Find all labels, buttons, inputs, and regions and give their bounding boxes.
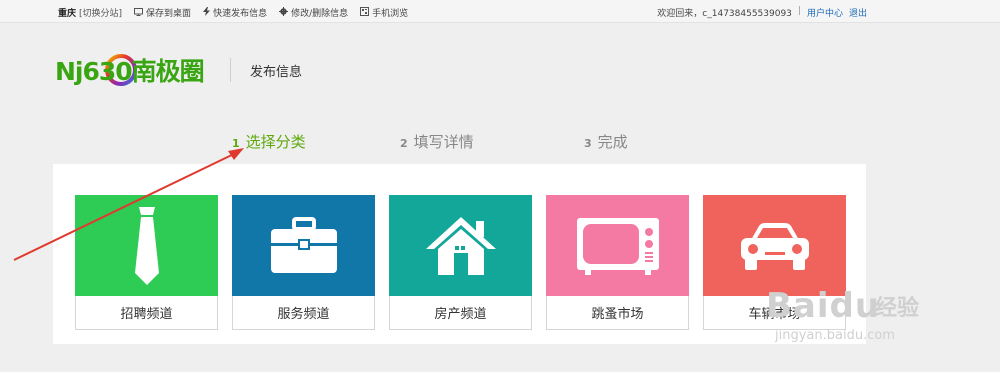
edit-delete-link[interactable]: 修改/删除信息	[279, 6, 348, 19]
step-fill-details: 2 填写详情	[400, 131, 474, 152]
header-divider	[230, 58, 231, 82]
step-label: 填写详情	[413, 133, 474, 151]
edit-delete-label: 修改/删除信息	[291, 9, 349, 19]
welcome-text: 欢迎回来，c_14738455539093	[657, 9, 792, 19]
step-label: 完成	[597, 133, 628, 151]
step-number: 1	[232, 137, 240, 150]
top-bar-left: 重庆 [切换分站] 保存到桌面 快速发布信息 修改/删除信息 手机浏览	[58, 6, 408, 19]
step-number: 2	[400, 137, 408, 150]
logout-link[interactable]: 退出	[849, 6, 867, 19]
category-real-estate[interactable]: 房产频道	[389, 195, 532, 330]
category-label: 服务频道	[232, 296, 375, 330]
briefcase-icon	[270, 216, 337, 273]
step-select-category: 1 选择分类	[232, 131, 306, 152]
quick-post-label: 快速发布信息	[213, 9, 268, 19]
step-complete: 3 完成	[584, 131, 628, 152]
car-icon	[740, 222, 809, 270]
step-number: 3	[584, 137, 592, 150]
category-tile	[703, 195, 846, 296]
page-title: 发布信息	[250, 65, 303, 80]
tv-icon	[576, 217, 659, 275]
category-flea-market[interactable]: 跳蚤市场	[546, 195, 689, 330]
gear-icon	[279, 7, 289, 18]
watermark-url: jingyan.baidu.com	[775, 328, 895, 343]
current-city: 重庆	[58, 9, 77, 19]
divider: |	[797, 6, 801, 16]
category-panel: 招聘频道 服务频道 房产频道 跳蚤市场 车辆市场	[53, 164, 866, 344]
logo-text: Nj630南极圈	[55, 57, 204, 86]
category-tile	[546, 195, 689, 296]
watermark-brand: Baidu	[766, 286, 881, 326]
top-bar: 重庆 [切换分站] 保存到桌面 快速发布信息 修改/删除信息 手机浏览 欢迎回来…	[0, 0, 1000, 23]
save-to-desktop-label: 保存到桌面	[146, 9, 192, 19]
watermark-cn: 经验	[875, 296, 920, 321]
category-jobs[interactable]: 招聘频道	[75, 195, 218, 330]
category-label: 招聘频道	[75, 296, 218, 330]
logo-graphic: Nj630南极圈	[55, 54, 205, 86]
monitor-icon	[134, 7, 144, 18]
user-center-link[interactable]: 用户中心	[807, 6, 843, 19]
step-label: 选择分类	[245, 133, 306, 151]
lightning-icon	[203, 7, 211, 18]
quick-post-link[interactable]: 快速发布信息	[203, 6, 267, 19]
category-services[interactable]: 服务频道	[232, 195, 375, 330]
save-to-desktop-link[interactable]: 保存到桌面	[134, 6, 191, 19]
category-tile	[75, 195, 218, 296]
house-icon	[425, 216, 496, 275]
category-tile	[389, 195, 532, 296]
category-tile	[232, 195, 375, 296]
mobile-browse-label: 手机浏览	[372, 9, 409, 19]
top-bar-right: 欢迎回来，c_14738455539093 | 用户中心 退出	[657, 6, 867, 19]
progress-steps: 1 选择分类 2 填写详情 3 完成	[0, 131, 1000, 153]
qr-code-icon	[360, 7, 370, 18]
category-label: 房产频道	[389, 296, 532, 330]
mobile-browse-link[interactable]: 手机浏览	[360, 6, 408, 19]
tie-icon	[134, 206, 159, 285]
category-label: 跳蚤市场	[546, 296, 689, 330]
switch-city-link[interactable]: [切换分站]	[79, 6, 122, 19]
site-logo[interactable]: Nj630南极圈	[53, 52, 213, 88]
